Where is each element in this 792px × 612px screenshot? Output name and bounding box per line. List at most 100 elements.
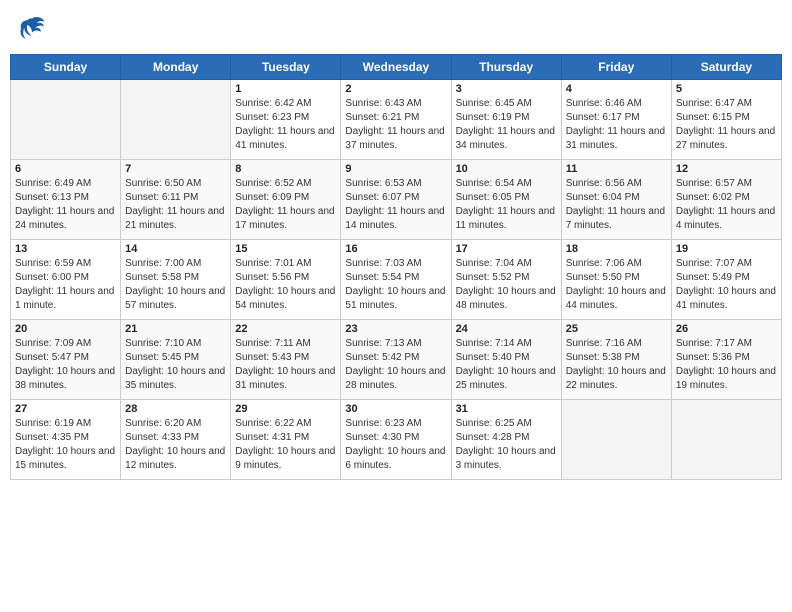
calendar-cell: 1 Sunrise: 6:42 AM Sunset: 6:23 PM Daylig… <box>231 80 341 160</box>
day-info: Sunrise: 6:50 AM Sunset: 6:11 PM Dayligh… <box>125 177 226 233</box>
logo <box>18 14 50 42</box>
day-info: Sunrise: 7:10 AM Sunset: 5:45 PM Dayligh… <box>125 337 226 393</box>
day-number: 29 <box>235 403 336 415</box>
calendar-cell: 2 Sunrise: 6:43 AM Sunset: 6:21 PM Daylig… <box>341 80 451 160</box>
day-info: Sunrise: 6:47 AM Sunset: 6:15 PM Dayligh… <box>676 97 777 153</box>
calendar-cell: 12 Sunrise: 6:57 AM Sunset: 6:02 PM Dayli… <box>671 160 781 240</box>
day-info: Sunrise: 6:43 AM Sunset: 6:21 PM Dayligh… <box>345 97 446 153</box>
day-info: Sunrise: 7:01 AM Sunset: 5:56 PM Dayligh… <box>235 257 336 313</box>
day-info: Sunrise: 7:11 AM Sunset: 5:43 PM Dayligh… <box>235 337 336 393</box>
day-number: 24 <box>456 323 557 335</box>
day-header-monday: Monday <box>121 55 231 80</box>
day-header-saturday: Saturday <box>671 55 781 80</box>
day-header-friday: Friday <box>561 55 671 80</box>
day-number: 27 <box>15 403 116 415</box>
day-number: 19 <box>676 243 777 255</box>
day-info: Sunrise: 7:13 AM Sunset: 5:42 PM Dayligh… <box>345 337 446 393</box>
day-info: Sunrise: 6:19 AM Sunset: 4:35 PM Dayligh… <box>15 417 116 473</box>
day-number: 9 <box>345 163 446 175</box>
calendar-cell: 8Sunrise: 6:52 AM Sunset: 6:09 PM Daylig… <box>231 160 341 240</box>
day-header-sunday: Sunday <box>11 55 121 80</box>
day-info: Sunrise: 6:54 AM Sunset: 6:05 PM Dayligh… <box>456 177 557 233</box>
day-info: Sunrise: 6:49 AM Sunset: 6:13 PM Dayligh… <box>15 177 116 233</box>
day-number: 17 <box>456 243 557 255</box>
calendar-cell: 15 Sunrise: 7:01 AM Sunset: 5:56 PM Dayli… <box>231 240 341 320</box>
calendar-cell: 14 Sunrise: 7:00 AM Sunset: 5:58 PM Dayli… <box>121 240 231 320</box>
page-header <box>10 10 782 46</box>
day-info: Sunrise: 6:23 AM Sunset: 4:30 PM Dayligh… <box>345 417 446 473</box>
calendar-cell: 22 Sunrise: 7:11 AM Sunset: 5:43 PM Dayli… <box>231 320 341 400</box>
day-info: Sunrise: 6:42 AM Sunset: 6:23 PM Dayligh… <box>235 97 336 153</box>
calendar-cell: 4Sunrise: 6:46 AM Sunset: 6:17 PM Daylig… <box>561 80 671 160</box>
day-info: Sunrise: 6:59 AM Sunset: 6:00 PM Dayligh… <box>15 257 116 313</box>
day-info: Sunrise: 7:03 AM Sunset: 5:54 PM Dayligh… <box>345 257 446 313</box>
calendar-cell: 29 Sunrise: 6:22 AM Sunset: 4:31 PM Dayli… <box>231 400 341 480</box>
calendar-week-4: 20 Sunrise: 7:09 AM Sunset: 5:47 PM Dayli… <box>11 320 782 400</box>
calendar-cell: 9 Sunrise: 6:53 AM Sunset: 6:07 PM Daylig… <box>341 160 451 240</box>
day-number: 21 <box>125 323 226 335</box>
day-info: Sunrise: 6:45 AM Sunset: 6:19 PM Dayligh… <box>456 97 557 153</box>
day-number: 13 <box>15 243 116 255</box>
day-info: Sunrise: 6:53 AM Sunset: 6:07 PM Dayligh… <box>345 177 446 233</box>
day-number: 5 <box>676 83 777 95</box>
day-number: 31 <box>456 403 557 415</box>
day-number: 15 <box>235 243 336 255</box>
day-info: Sunrise: 7:07 AM Sunset: 5:49 PM Dayligh… <box>676 257 777 313</box>
calendar-cell: 30 Sunrise: 6:23 AM Sunset: 4:30 PM Dayli… <box>341 400 451 480</box>
day-number: 6 <box>15 163 116 175</box>
calendar-cell: 27 Sunrise: 6:19 AM Sunset: 4:35 PM Dayli… <box>11 400 121 480</box>
calendar-week-2: 6 Sunrise: 6:49 AM Sunset: 6:13 PM Daylig… <box>11 160 782 240</box>
day-number: 4 <box>566 83 667 95</box>
calendar-cell: 11 Sunrise: 6:56 AM Sunset: 6:04 PM Dayli… <box>561 160 671 240</box>
day-info: Sunrise: 7:04 AM Sunset: 5:52 PM Dayligh… <box>456 257 557 313</box>
day-number: 1 <box>235 83 336 95</box>
day-info: Sunrise: 6:25 AM Sunset: 4:28 PM Dayligh… <box>456 417 557 473</box>
day-info: Sunrise: 6:22 AM Sunset: 4:31 PM Dayligh… <box>235 417 336 473</box>
calendar-cell: 20 Sunrise: 7:09 AM Sunset: 5:47 PM Dayli… <box>11 320 121 400</box>
calendar-cell: 18Sunrise: 7:06 AM Sunset: 5:50 PM Dayli… <box>561 240 671 320</box>
calendar-cell <box>121 80 231 160</box>
calendar-cell: 17 Sunrise: 7:04 AM Sunset: 5:52 PM Dayli… <box>451 240 561 320</box>
calendar-table: SundayMondayTuesdayWednesdayThursdayFrid… <box>10 54 782 480</box>
calendar-cell: 25Sunrise: 7:16 AM Sunset: 5:38 PM Dayli… <box>561 320 671 400</box>
calendar-cell: 5 Sunrise: 6:47 AM Sunset: 6:15 PM Daylig… <box>671 80 781 160</box>
calendar-cell: 19 Sunrise: 7:07 AM Sunset: 5:49 PM Dayli… <box>671 240 781 320</box>
day-number: 28 <box>125 403 226 415</box>
calendar-cell <box>561 400 671 480</box>
day-header-wednesday: Wednesday <box>341 55 451 80</box>
calendar-week-3: 13 Sunrise: 6:59 AM Sunset: 6:00 PM Dayli… <box>11 240 782 320</box>
day-number: 14 <box>125 243 226 255</box>
day-number: 20 <box>15 323 116 335</box>
day-number: 16 <box>345 243 446 255</box>
day-info: Sunrise: 6:57 AM Sunset: 6:02 PM Dayligh… <box>676 177 777 233</box>
logo-bird-icon <box>18 14 46 42</box>
calendar-cell <box>671 400 781 480</box>
day-info: Sunrise: 6:20 AM Sunset: 4:33 PM Dayligh… <box>125 417 226 473</box>
day-info: Sunrise: 7:17 AM Sunset: 5:36 PM Dayligh… <box>676 337 777 393</box>
day-number: 10 <box>456 163 557 175</box>
day-header-thursday: Thursday <box>451 55 561 80</box>
day-number: 2 <box>345 83 446 95</box>
day-number: 11 <box>566 163 667 175</box>
day-info: Sunrise: 6:52 AM Sunset: 6:09 PM Dayligh… <box>235 177 336 233</box>
day-number: 7 <box>125 163 226 175</box>
day-info: Sunrise: 7:00 AM Sunset: 5:58 PM Dayligh… <box>125 257 226 313</box>
calendar-cell: 21 Sunrise: 7:10 AM Sunset: 5:45 PM Dayli… <box>121 320 231 400</box>
calendar-cell: 3Sunrise: 6:45 AM Sunset: 6:19 PM Daylig… <box>451 80 561 160</box>
calendar-cell: 28 Sunrise: 6:20 AM Sunset: 4:33 PM Dayli… <box>121 400 231 480</box>
calendar-cell: 7 Sunrise: 6:50 AM Sunset: 6:11 PM Daylig… <box>121 160 231 240</box>
calendar-cell: 6 Sunrise: 6:49 AM Sunset: 6:13 PM Daylig… <box>11 160 121 240</box>
day-number: 25 <box>566 323 667 335</box>
day-number: 26 <box>676 323 777 335</box>
day-number: 30 <box>345 403 446 415</box>
calendar-cell: 26 Sunrise: 7:17 AM Sunset: 5:36 PM Dayli… <box>671 320 781 400</box>
day-info: Sunrise: 6:56 AM Sunset: 6:04 PM Dayligh… <box>566 177 667 233</box>
day-number: 23 <box>345 323 446 335</box>
day-info: Sunrise: 7:09 AM Sunset: 5:47 PM Dayligh… <box>15 337 116 393</box>
day-number: 22 <box>235 323 336 335</box>
day-number: 12 <box>676 163 777 175</box>
day-header-tuesday: Tuesday <box>231 55 341 80</box>
calendar-cell: 10 Sunrise: 6:54 AM Sunset: 6:05 PM Dayli… <box>451 160 561 240</box>
calendar-cell: 24Sunrise: 7:14 AM Sunset: 5:40 PM Dayli… <box>451 320 561 400</box>
day-info: Sunrise: 7:06 AM Sunset: 5:50 PM Dayligh… <box>566 257 667 313</box>
